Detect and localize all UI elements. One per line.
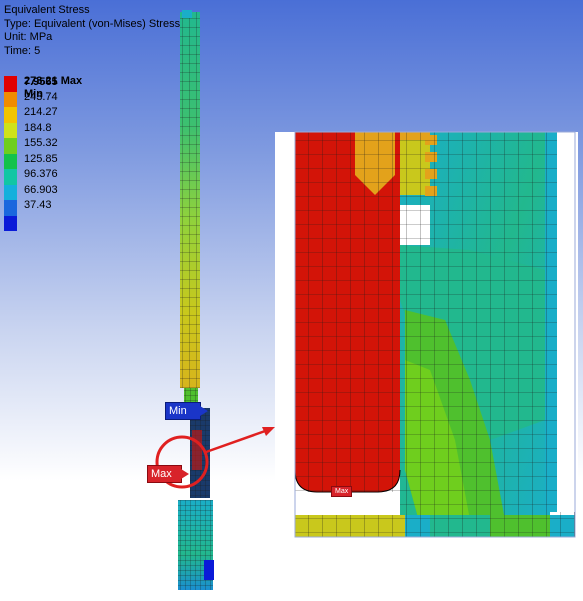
max-probe-label-zoom[interactable]: Max — [331, 486, 353, 497]
min-probe-label[interactable]: Min — [165, 402, 208, 420]
max-probe-label[interactable]: Max — [147, 465, 189, 483]
zoom-detail-view — [275, 131, 578, 538]
rod-model — [178, 10, 214, 590]
callout-arrow — [205, 428, 269, 454]
model-viewport[interactable] — [0, 0, 583, 601]
